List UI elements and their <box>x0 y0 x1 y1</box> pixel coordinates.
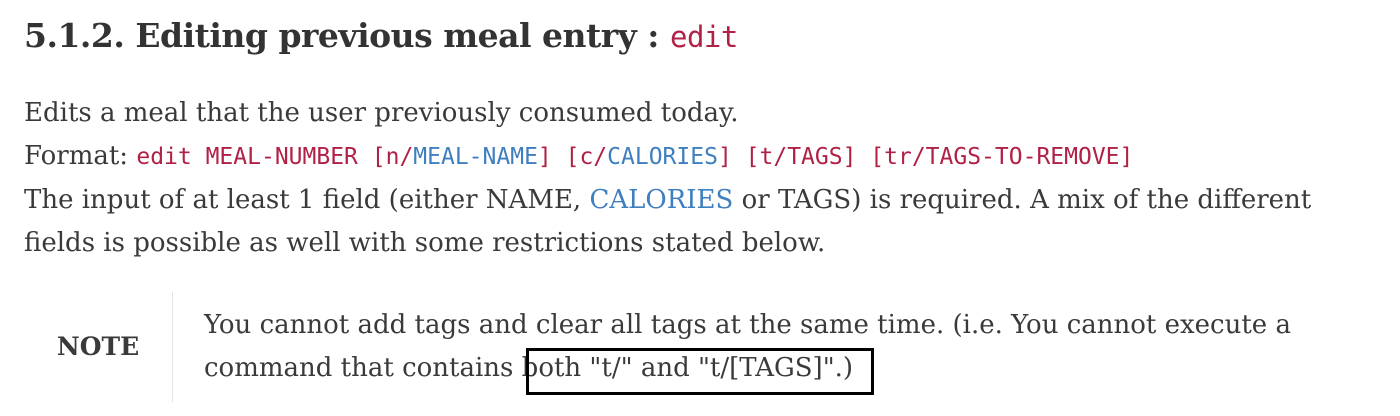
description-line: Edits a meal that the user previously co… <box>24 98 739 128</box>
note-line-1: You cannot add tags and clear all tags a… <box>204 310 1291 340</box>
note-label: NOTE <box>56 331 140 361</box>
note-body: You cannot add tags and clear all tags a… <box>204 304 1374 390</box>
format-label: Format: <box>24 141 129 171</box>
requirement-line: The input of at least 1 field (either NA… <box>24 179 1384 222</box>
section-title: Editing previous meal entry : <box>135 16 659 55</box>
note-line-2-start: command that contains <box>204 353 514 383</box>
format-command-meal-name: MEAL-NAME <box>413 144 538 170</box>
format-command-prefix: edit MEAL-NUMBER [n/ <box>136 144 414 170</box>
requirement-line-2: fields is possible as well with some res… <box>24 228 826 258</box>
format-command-suffix: ] [t/TAGS] [tr/TAGS-TO-REMOVE] <box>717 144 1134 170</box>
format-command-middle: ] [c/ <box>537 144 608 170</box>
intro-paragraph: Edits a meal that the user previously co… <box>24 92 1384 265</box>
requirement-text-start: The input of at least 1 field (either NA… <box>24 185 582 215</box>
section-number: 5.1.2. <box>24 16 125 55</box>
section-heading: 5.1.2. Editing previous meal entry : edi… <box>24 14 738 59</box>
command-code: edit <box>669 20 738 54</box>
requirement-text-end: or TAGS) is required. A mix of the diffe… <box>741 185 1312 215</box>
format-command: edit MEAL-NUMBER [n/MEAL-NAME] [c/CALORI… <box>136 144 1133 170</box>
note-divider <box>172 292 173 402</box>
highlighted-text: both "t/" and "t/[TAGS]".) <box>521 353 854 383</box>
note-admonition: NOTE You cannot add tags and clear all t… <box>24 290 1384 402</box>
note-line-2: command that contains both "t/" and "t/[… <box>204 347 1374 390</box>
format-command-calories: CALORIES <box>607 144 718 170</box>
format-line: Format: edit MEAL-NUMBER [n/MEAL-NAME] [… <box>24 135 1384 179</box>
calories-link[interactable]: CALORIES <box>589 185 733 215</box>
